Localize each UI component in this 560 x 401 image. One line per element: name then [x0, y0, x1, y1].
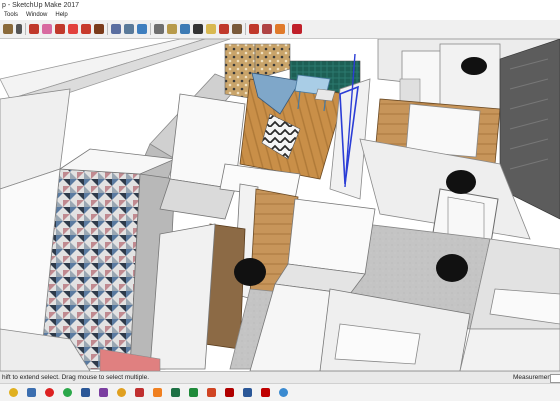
status-hint: hift to extend select. Drag mouse to sel… [2, 374, 150, 381]
status-bar: hift to extend select. Drag mouse to sel… [0, 371, 560, 383]
orbit-tool-icon[interactable] [111, 24, 121, 34]
ruby-console-tool-icon[interactable] [292, 24, 302, 34]
acrobat-icon-2[interactable] [261, 388, 270, 397]
opera-icon[interactable] [45, 388, 54, 397]
3d-model-render[interactable] [0, 39, 560, 371]
toolbar-separator [245, 23, 246, 35]
extension-manager-tool-icon[interactable] [275, 24, 285, 34]
excel-icon[interactable] [171, 388, 180, 397]
outlook-icon[interactable] [135, 388, 144, 397]
walk-tool-icon[interactable] [193, 24, 203, 34]
chrome-icon-2[interactable] [117, 388, 126, 397]
dropdown-icon[interactable] [16, 24, 22, 34]
main-toolbar [0, 20, 560, 39]
zoom-window-tool-icon[interactable] [154, 24, 164, 34]
menu-help[interactable]: Help [55, 11, 67, 20]
scale-tool-icon[interactable] [94, 24, 104, 34]
acrobat-icon[interactable] [225, 388, 234, 397]
menu-bar: Tools Window Help [0, 11, 560, 20]
word-icon-2[interactable] [243, 388, 252, 397]
component-tool-icon[interactable] [29, 24, 39, 34]
extension-warehouse-tool-icon[interactable] [262, 24, 272, 34]
chrome-icon[interactable] [9, 388, 18, 397]
menu-tools[interactable]: Tools [4, 11, 18, 20]
word-icon[interactable] [81, 388, 90, 397]
window-title: p - SketchUp Make 2017 [2, 2, 80, 9]
select-tool-icon[interactable] [3, 24, 13, 34]
file-explorer-icon[interactable] [27, 388, 36, 397]
section-plane-tool-icon[interactable] [180, 24, 190, 34]
windows-taskbar [0, 383, 560, 401]
pan-tool-icon[interactable] [124, 24, 134, 34]
rotate-tool-icon[interactable] [81, 24, 91, 34]
whatsapp-icon[interactable] [63, 388, 72, 397]
toolbar-separator [107, 23, 108, 35]
skype-icon[interactable] [189, 388, 198, 397]
eraser-tool-icon[interactable] [42, 24, 52, 34]
chrome-icon-3[interactable] [279, 388, 288, 397]
position-camera-tool-icon[interactable] [219, 24, 229, 34]
paint-tool-icon[interactable] [55, 24, 65, 34]
look-around-tool-icon[interactable] [206, 24, 216, 34]
move-tool-icon[interactable] [68, 24, 78, 34]
3d-warehouse-tool-icon[interactable] [249, 24, 259, 34]
toolbar-separator [288, 23, 289, 35]
toolbar-separator [25, 23, 26, 35]
model-viewport[interactable] [0, 39, 560, 371]
zoom-extents-tool-icon[interactable] [167, 24, 177, 34]
measurements-input[interactable] [550, 374, 560, 383]
powerpoint-icon[interactable] [207, 388, 216, 397]
window-titlebar: p - SketchUp Make 2017 [0, 0, 560, 11]
onenote-icon[interactable] [99, 388, 108, 397]
zoom-tool-icon[interactable] [137, 24, 147, 34]
vlc-icon[interactable] [153, 388, 162, 397]
toolbar-separator [150, 23, 151, 35]
menu-window[interactable]: Window [26, 11, 47, 20]
add-location-tool-icon[interactable] [232, 24, 242, 34]
